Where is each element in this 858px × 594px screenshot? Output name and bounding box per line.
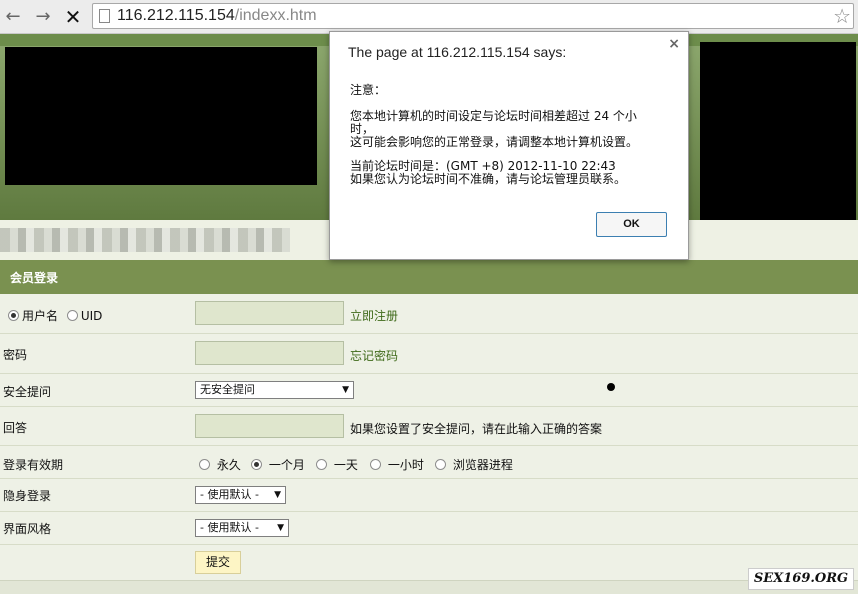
address-bar[interactable]: 116.212.115.154/indexx.htm ☆ (92, 3, 854, 29)
url-path: /indexx.htm (234, 7, 317, 24)
security-question-row: 安全提问 无安全提问 ▼ (0, 374, 858, 407)
login-type-options: 用户名 UID (8, 307, 102, 324)
validity-radio-forever[interactable] (199, 459, 210, 470)
stealth-select[interactable]: - 使用默认 - ▼ (195, 486, 286, 504)
forward-arrow-icon[interactable]: → (32, 6, 54, 28)
bookmark-star-icon[interactable]: ☆ (833, 4, 851, 28)
validity-option-session[interactable]: 浏览器进程 (435, 456, 513, 473)
password-input[interactable] (195, 341, 344, 365)
dialog-line-impact: 这可能会影响您的正常登录，请调整本地计算机设置。 (350, 135, 639, 149)
login-section-header: 会员登录 (0, 260, 858, 294)
uid-radio[interactable] (66, 310, 78, 321)
browser-toolbar: ← → ✕ 116.212.115.154/indexx.htm ☆ (0, 0, 858, 34)
uid-option-label: UID (80, 309, 103, 323)
security-question-select[interactable]: 无安全提问 ▼ (195, 381, 354, 399)
dialog-message: 注意： 您本地计算机的时间设定与论坛时间相差超过 24 个小时， 这可能会影响您… (350, 84, 660, 186)
page-bottom-bar (0, 580, 858, 594)
validity-radio-hour[interactable] (370, 459, 381, 470)
style-select[interactable]: - 使用默认 - ▼ (195, 519, 289, 537)
forgot-password-link[interactable]: 忘记密码 (350, 347, 398, 364)
style-label: 界面风格 (3, 522, 52, 536)
dialog-title: The page at 116.212.115.154 says: (348, 44, 567, 60)
answer-input[interactable] (195, 414, 344, 438)
validity-option-label: 永久 (216, 458, 241, 472)
login-section-title: 会员登录 (10, 271, 59, 285)
validity-row: 登录有效期 永久 一个月 一天 一小时 浏览器进程 (0, 446, 858, 479)
stealth-value: - 使用默认 - (200, 488, 259, 501)
security-question-value: 无安全提问 (200, 383, 255, 396)
password-row: 密码 忘记密码 (0, 334, 858, 374)
ok-button[interactable]: OK (596, 212, 667, 237)
dialog-line-time-diff: 您本地计算机的时间设定与论坛时间相差超过 24 个小时， (350, 109, 637, 136)
chevron-down-icon: ▼ (274, 490, 281, 500)
password-label: 密码 (3, 348, 28, 362)
validity-radio-session[interactable] (435, 459, 446, 470)
username-input[interactable] (195, 301, 344, 325)
url-host: 116.212.115.154 (117, 7, 235, 24)
dialog-line-contact: 如果您认为论坛时间不准确，请与论坛管理员联系。 (350, 172, 627, 186)
answer-label: 回答 (3, 421, 28, 435)
validity-label: 登录有效期 (3, 458, 64, 472)
watermark: SEX169.ORG (748, 568, 854, 590)
submit-row (0, 545, 858, 580)
close-icon[interactable]: × (668, 36, 680, 52)
redacted-banner-image-left (5, 47, 317, 185)
username-radio[interactable] (8, 310, 19, 321)
username-option-label: 用户名 (22, 309, 59, 323)
dialog-line-notice: 注意： (350, 83, 387, 97)
chevron-down-icon: ▼ (342, 385, 349, 395)
stealth-label: 隐身登录 (3, 489, 52, 503)
validity-option-label: 一天 (333, 458, 358, 472)
cursor-dot (607, 383, 615, 391)
back-arrow-icon[interactable]: ← (2, 6, 24, 28)
redacted-banner-image-right (700, 42, 856, 220)
validity-option-forever[interactable]: 永久 (199, 456, 241, 473)
style-value: - 使用默认 - (200, 521, 259, 534)
validity-option-hour[interactable]: 一小时 (370, 456, 424, 473)
validity-radio-day[interactable] (316, 459, 327, 470)
blurred-breadcrumb (0, 228, 290, 252)
validity-option-month[interactable]: 一个月 (251, 456, 305, 473)
answer-row: 回答 如果您设置了安全提问，请在此输入正确的答案 (0, 407, 858, 446)
validity-option-label: 一小时 (387, 458, 424, 472)
validity-radio-month[interactable] (251, 459, 262, 470)
stealth-row: 隐身登录 - 使用默认 - ▼ (0, 479, 858, 512)
validity-option-label: 浏览器进程 (452, 458, 513, 472)
security-question-label: 安全提问 (3, 385, 52, 399)
alert-dialog: The page at 116.212.115.154 says: × 注意： … (329, 31, 689, 260)
style-row: 界面风格 - 使用默认 - ▼ (0, 512, 858, 545)
page-icon (99, 9, 110, 23)
username-row: 用户名 UID 立即注册 (0, 294, 858, 334)
submit-button[interactable]: 提交 (195, 551, 241, 574)
validity-option-day[interactable]: 一天 (316, 456, 358, 473)
url-text[interactable]: 116.212.115.154/indexx.htm (117, 6, 317, 26)
stop-icon[interactable]: ✕ (62, 6, 84, 28)
validity-option-label: 一个月 (268, 458, 305, 472)
register-link[interactable]: 立即注册 (350, 307, 398, 324)
answer-hint: 如果您设置了安全提问，请在此输入正确的答案 (350, 422, 603, 436)
chevron-down-icon: ▼ (277, 523, 284, 533)
